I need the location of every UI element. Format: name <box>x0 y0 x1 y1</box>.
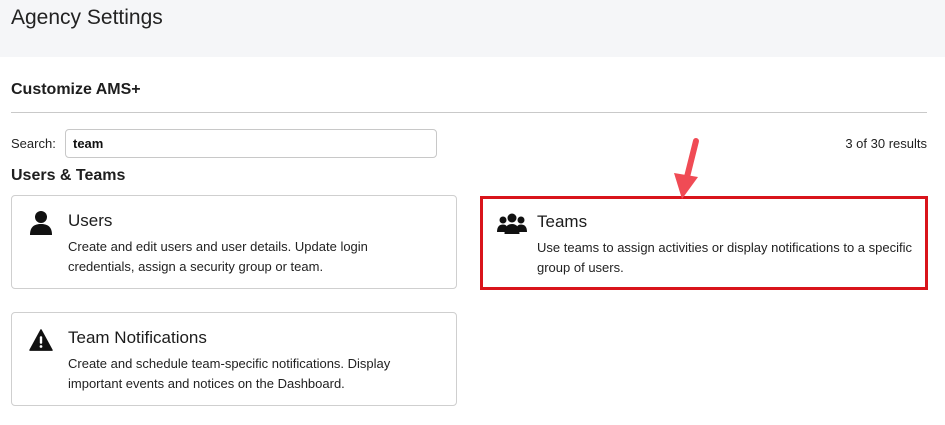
section-title: Customize AMS+ <box>11 81 141 98</box>
card-description: Create and edit users and user details. … <box>68 239 368 274</box>
results-count: 3 of 30 results <box>845 136 927 151</box>
search-input[interactable] <box>65 129 437 158</box>
card-title: Team Notifications <box>68 328 207 347</box>
card-description: Create and schedule team-specific notifi… <box>68 356 391 391</box>
card-title: Teams <box>537 212 588 231</box>
users-card[interactable]: Users Create and edit users and user det… <box>11 195 457 289</box>
card-description: Use teams to assign activities or displa… <box>537 240 913 275</box>
group-icon <box>497 211 527 237</box>
annotation-arrow-icon <box>674 138 699 199</box>
card-title: Users <box>68 211 113 230</box>
warning-icon <box>29 327 53 353</box>
team-notifications-card[interactable]: Team Notifications Create and schedule t… <box>11 312 457 406</box>
page-title: Agency Settings <box>11 6 163 29</box>
user-icon <box>29 210 53 236</box>
page-header: Agency Settings <box>0 0 945 57</box>
group-title: Users & Teams <box>11 167 126 184</box>
teams-card[interactable]: Teams Use teams to assign activities or … <box>480 196 928 290</box>
search-label: Search: <box>11 136 56 151</box>
section-divider <box>11 112 927 113</box>
